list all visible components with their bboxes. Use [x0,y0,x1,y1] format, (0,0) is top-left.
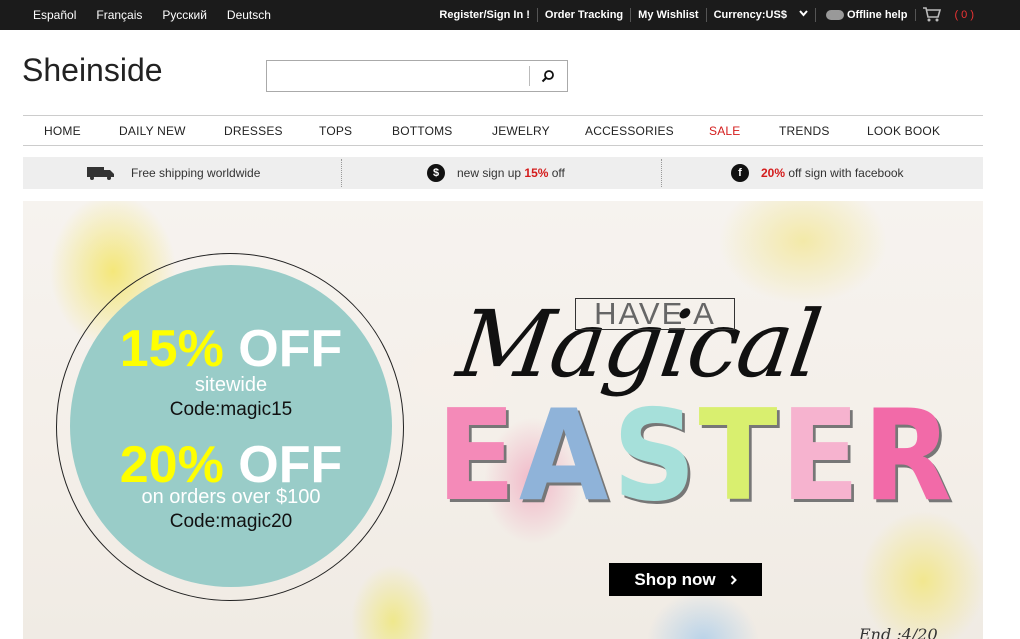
promo-facebook[interactable]: f 20% off sign with facebook [731,157,904,189]
offer1-code: Code:magic15 [169,399,293,420]
nav-home[interactable]: HOME [44,124,81,138]
easter-letter: A [518,382,609,529]
language-list: Español Français Русский Deutsch [33,0,291,30]
nav-jewelry[interactable]: JEWELRY [492,124,550,138]
promo-signup-pre: new sign up [457,166,525,180]
wishlist-link[interactable]: My Wishlist [631,8,707,22]
cart-count: ( 0 ) [954,9,974,21]
search-box [266,60,568,92]
promo-shipping-text: Free shipping worldwide [131,166,261,180]
easter-letter: E [780,382,860,529]
currency-label: Currency:US$ [713,9,787,21]
promo-strip: Free shipping worldwide $ new sign up 15… [23,157,983,189]
offer2-code: Code:magic20 [169,511,293,532]
search-button[interactable] [531,63,565,89]
easter-letter: R [863,382,953,529]
nav-sale[interactable]: SALE [709,124,741,138]
main-nav: HOME DAILY NEW DRESSES TOPS BOTTOMS JEWE… [23,115,983,146]
promo-divider [661,159,662,187]
offer-end-date: End :4/20 [859,625,938,639]
promo-signup-pct: 15% [524,166,549,180]
truck-icon [87,166,115,180]
shop-now-button[interactable]: Shop now [609,563,762,596]
language-french[interactable]: Français [96,8,142,22]
cart-icon [922,6,942,25]
top-bar: Español Français Русский Deutsch Registe… [0,0,1020,30]
offer-disc: 15% OFF sitewide Code:magic15 20% OFF on… [70,265,392,587]
promo-facebook-pct: 20% [761,166,786,180]
nav-accessories[interactable]: ACCESSORIES [585,124,674,138]
nav-look-book[interactable]: LOOK BOOK [867,124,940,138]
have-a-label: HAVE A [575,298,735,330]
offline-help-label: Offline help [846,9,908,21]
search-input[interactable] [267,61,529,91]
offer2-headline: 20% OFF [70,439,392,491]
chevron-right-icon [730,574,737,585]
easter-letter: T [698,382,778,529]
offer1-percent: 15% [119,320,224,378]
promo-shipping[interactable]: Free shipping worldwide [87,157,260,189]
offline-help-link[interactable]: Offline help [816,9,917,21]
easter-letter: E [436,382,516,529]
promo-signup-post: off [548,166,565,180]
nav-daily-new[interactable]: DAILY NEW [119,124,186,138]
offer1-headline: 15% OFF [70,323,392,375]
account-links: Register/Sign In ! Order Tracking My Wis… [432,0,974,30]
currency-selector[interactable]: Currency:US$ [707,8,816,22]
easter-banner[interactable]: 15% OFF sitewide Code:magic15 20% OFF on… [23,201,983,639]
chat-bubble-icon [825,10,844,20]
site-logo[interactable]: Sheinside [22,52,163,89]
search-icon [541,70,554,83]
order-tracking-link[interactable]: Order Tracking [538,8,632,22]
nav-trends[interactable]: TRENDS [779,124,830,138]
nav-dresses[interactable]: DRESSES [224,124,283,138]
offer1-subtitle: sitewide [194,374,268,396]
facebook-icon: f [731,164,749,182]
language-russian[interactable]: Русский [162,8,207,22]
language-german[interactable]: Deutsch [227,8,271,22]
promo-divider [341,159,342,187]
easter-letter: S [612,382,696,529]
search-divider [529,66,530,86]
language-spanish[interactable]: Español [33,8,76,22]
offer1-off: OFF [238,320,343,378]
shop-now-label: Shop now [634,569,716,589]
chevron-down-icon [799,8,808,22]
promo-signup[interactable]: $ new sign up 15% off [427,157,565,189]
easter-title: E A S T E R [433,391,952,521]
dollar-icon: $ [427,164,445,182]
offer2-subtitle: on orders over $100 [141,486,321,508]
cart-link[interactable]: ( 0 ) [916,6,974,25]
nav-bottoms[interactable]: BOTTOMS [392,124,453,138]
promo-facebook-text: off sign with facebook [785,166,904,180]
nav-tops[interactable]: TOPS [319,124,352,138]
register-signin-link[interactable]: Register/Sign In ! [432,8,538,22]
